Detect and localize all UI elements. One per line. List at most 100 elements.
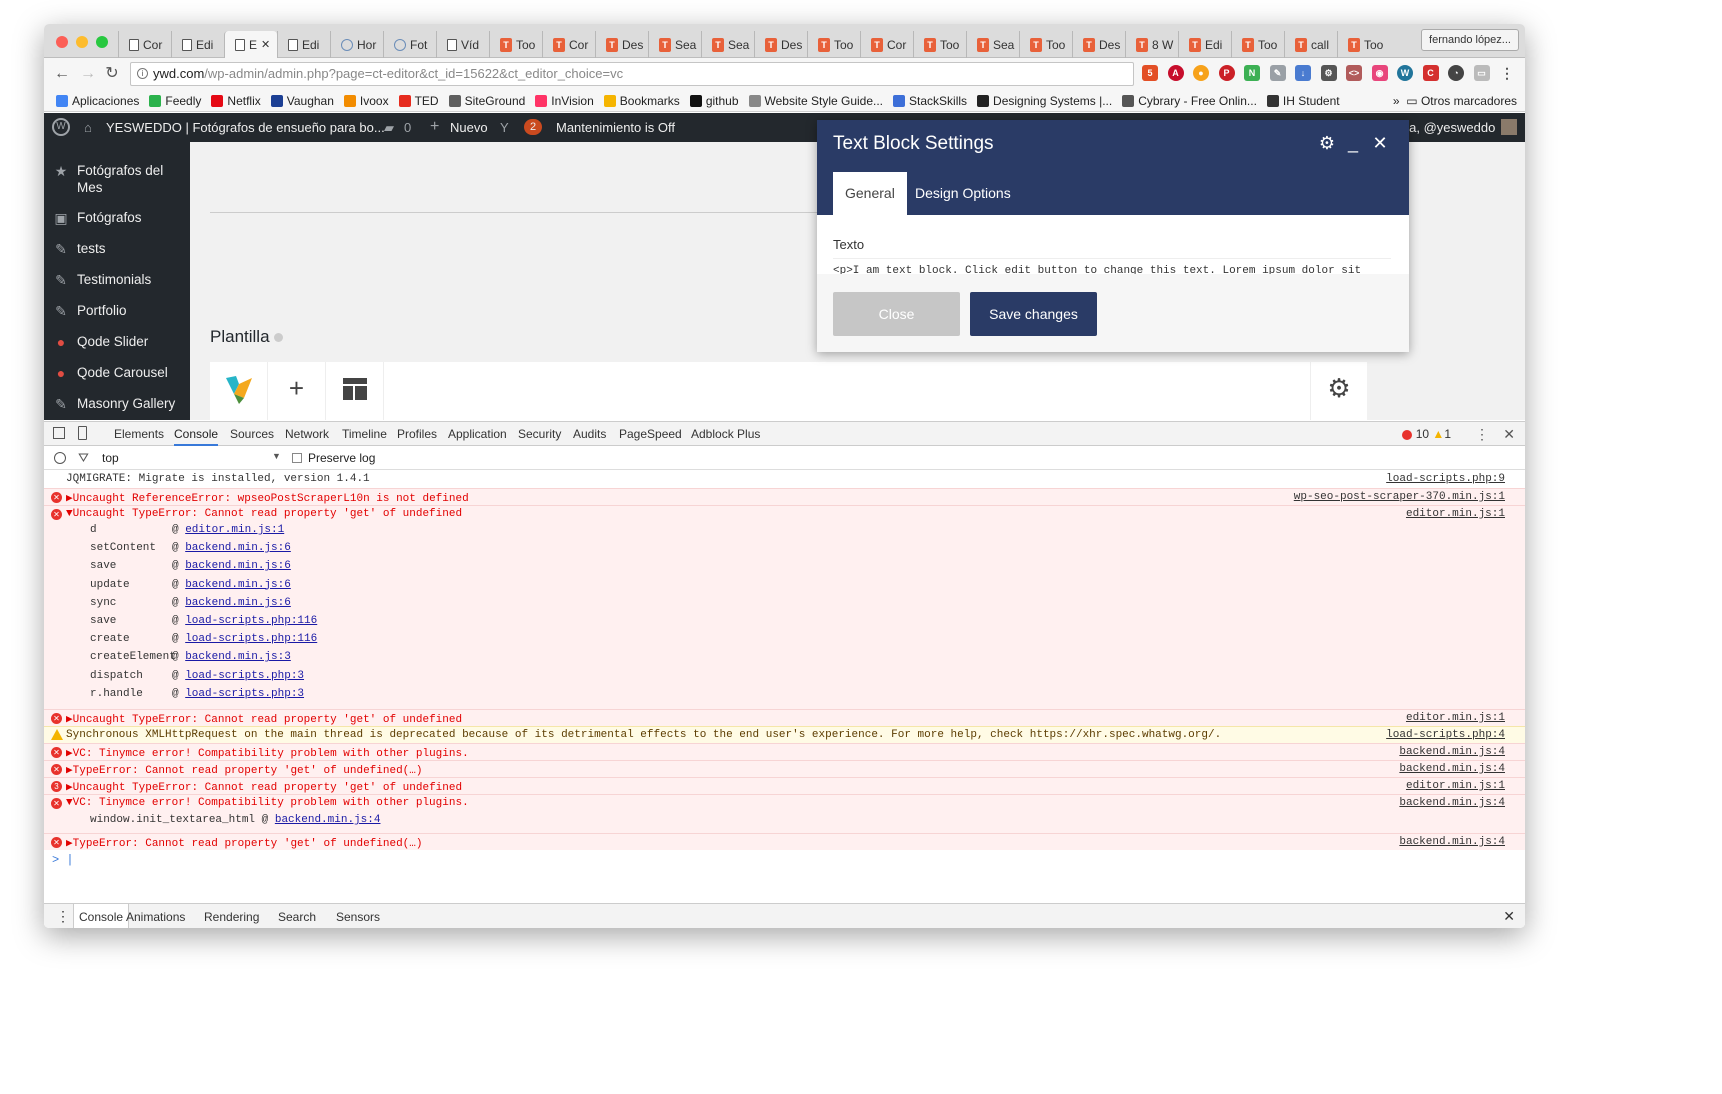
code-extension-icon[interactable]: <> bbox=[1346, 65, 1362, 81]
eyedropper-extension-icon[interactable]: ✎ bbox=[1269, 65, 1286, 81]
back-button[interactable]: ← bbox=[52, 64, 72, 84]
devtools-tab-application[interactable]: Application bbox=[448, 427, 507, 441]
browser-tab[interactable]: Edi bbox=[171, 31, 224, 58]
updates-badge[interactable]: 2 bbox=[524, 119, 542, 135]
drawer-tab-console[interactable]: Console bbox=[73, 904, 130, 928]
browser-tab[interactable]: T 8 W bbox=[1125, 31, 1178, 58]
close-devtools-icon[interactable]: ✕ bbox=[1503, 426, 1515, 443]
minimize-window-button[interactable] bbox=[76, 36, 88, 48]
browser-tab[interactable]: T Des bbox=[1072, 31, 1125, 58]
console-source-link[interactable]: backend.min.js:4 bbox=[1399, 836, 1505, 848]
profile-button[interactable]: fernando lópez... bbox=[1421, 29, 1519, 51]
comments-count[interactable]: 0 bbox=[404, 120, 411, 135]
bookmarks-overflow[interactable]: » bbox=[1393, 94, 1400, 108]
bookmark-item[interactable]: Website Style Guide... bbox=[748, 94, 883, 108]
speed-extension-icon[interactable]: ◔ bbox=[1448, 65, 1464, 81]
browser-tab[interactable]: Tcall bbox=[1284, 31, 1337, 58]
drawer-menu-icon[interactable]: ⋮ bbox=[56, 908, 70, 925]
browser-tab[interactable]: T Too bbox=[1231, 31, 1284, 58]
inspect-element-icon[interactable] bbox=[53, 427, 65, 439]
site-name-link[interactable]: YESWEDDO | Fotógrafos de ensueño para bo… bbox=[106, 120, 385, 135]
console-source-link[interactable]: backend.min.js:4 bbox=[1399, 763, 1505, 775]
console-source-link[interactable]: editor.min.js:1 bbox=[1406, 780, 1505, 792]
browser-tab[interactable]: Cor bbox=[118, 31, 171, 58]
close-tab-icon[interactable]: ✕ bbox=[261, 38, 270, 51]
devtools-tab-network[interactable]: Network bbox=[285, 427, 329, 441]
zoom-window-button[interactable] bbox=[96, 36, 108, 48]
browser-tab[interactable]: T Sea bbox=[648, 31, 701, 58]
console-source-link[interactable]: editor.min.js:1 bbox=[1406, 712, 1505, 724]
context-dropdown-icon[interactable]: ▼ bbox=[272, 451, 281, 461]
tab-design-options[interactable]: Design Options bbox=[903, 172, 1023, 215]
color-extension-icon[interactable]: ● bbox=[1193, 65, 1209, 81]
adblock-extension-icon[interactable]: A bbox=[1167, 65, 1184, 81]
bookmark-item[interactable]: github bbox=[689, 94, 739, 108]
browser-tab[interactable]: T Des bbox=[595, 31, 648, 58]
drawer-tab-sensors[interactable]: Sensors bbox=[336, 910, 380, 924]
browser-tab[interactable]: T Cor bbox=[860, 31, 913, 58]
vc-logo-icon[interactable] bbox=[210, 362, 268, 420]
context-select[interactable]: top bbox=[102, 451, 119, 465]
browser-tab[interactable]: Edi bbox=[277, 31, 330, 58]
browser-tab[interactable]: T Too bbox=[913, 31, 966, 58]
browser-tab[interactable]: T Sea bbox=[966, 31, 1019, 58]
devtools-tab-elements[interactable]: Elements bbox=[114, 427, 164, 441]
console-message[interactable]: ✕ ▶VC: Tinymce error! Compatibility probl… bbox=[44, 743, 1525, 760]
bookmark-item[interactable]: TED bbox=[398, 94, 439, 108]
console-message[interactable]: ✕ ▼VC: Tinymce error! Compatibility probl… bbox=[44, 794, 1525, 833]
stack-location-link[interactable]: editor.min.js:1 bbox=[185, 524, 284, 536]
address-bar[interactable]: i ywd.com/wp-admin/admin.php?page=ct-edit… bbox=[130, 62, 1134, 86]
devtools-tab-security[interactable]: Security bbox=[518, 427, 561, 441]
forward-button[interactable]: → bbox=[78, 64, 98, 84]
account-greeting[interactable]: ola, @yesweddo bbox=[1399, 120, 1495, 135]
console-message[interactable]: ✕ ▶Uncaught ReferenceError: wpseoPostScra… bbox=[44, 488, 1525, 505]
sidebar-item[interactable]: ✎ Portfolio bbox=[44, 302, 190, 319]
drawer-tab-search[interactable]: Search bbox=[278, 910, 316, 924]
new-extension-icon[interactable]: N bbox=[1244, 65, 1260, 81]
wordpress-logo-icon[interactable]: W bbox=[52, 118, 70, 136]
drawer-tab-animations[interactable]: Animations bbox=[126, 910, 185, 924]
browser-tab[interactable]: T Edi bbox=[1178, 31, 1231, 58]
new-link[interactable]: Nuevo bbox=[450, 120, 488, 135]
close-drawer-icon[interactable]: ✕ bbox=[1503, 908, 1515, 925]
bookmark-item[interactable]: Bookmarks bbox=[603, 94, 680, 108]
layout-template-icon[interactable] bbox=[326, 362, 384, 420]
browser-tab[interactable]: T Too bbox=[1337, 31, 1390, 58]
css-extension-icon[interactable]: C bbox=[1422, 65, 1439, 81]
stack-location-link[interactable]: backend.min.js:6 bbox=[185, 560, 291, 572]
add-element-icon[interactable]: + bbox=[268, 362, 326, 420]
device-toolbar-icon[interactable] bbox=[78, 426, 87, 440]
console-message[interactable]: ✕ ▶Uncaught TypeError: Cannot read proper… bbox=[44, 709, 1525, 726]
texto-editor-field[interactable]: <p>I am text block. Click edit button to… bbox=[833, 258, 1391, 274]
console-message[interactable]: Synchronous XMLHttpRequest on the main t… bbox=[44, 726, 1525, 743]
browser-tab[interactable]: T Too bbox=[1019, 31, 1072, 58]
dialog-settings-gear-icon[interactable]: ⚙ bbox=[1317, 133, 1337, 154]
gear-extension-icon[interactable]: ⚙ bbox=[1320, 65, 1337, 81]
stack-location-link[interactable]: backend.min.js:3 bbox=[185, 651, 291, 663]
console-message[interactable]: 3 ▶Uncaught TypeError: Cannot read proper… bbox=[44, 777, 1525, 794]
download-extension-icon[interactable]: ↓ bbox=[1295, 65, 1311, 81]
bookmark-item[interactable]: Feedly bbox=[149, 94, 201, 108]
browser-tab[interactable]: Víd bbox=[436, 31, 489, 58]
devtools-tab-console[interactable]: Console bbox=[174, 427, 219, 446]
devtools-tab-timeline[interactable]: Timeline bbox=[342, 427, 387, 441]
console-prompt[interactable]: > | bbox=[52, 853, 74, 867]
screenshot-extension-icon[interactable]: ▭ bbox=[1473, 65, 1490, 81]
settings-gear-icon[interactable]: ⚙ bbox=[1310, 362, 1367, 420]
browser-tab[interactable]: T Cor bbox=[542, 31, 595, 58]
browser-tab[interactable]: T Des bbox=[754, 31, 807, 58]
console-message[interactable]: ✕ ▶TypeError: Cannot read property 'get' … bbox=[44, 760, 1525, 777]
sidebar-item[interactable]: ▣ Fotógrafos bbox=[44, 209, 190, 226]
save-changes-button[interactable]: Save changes bbox=[970, 292, 1097, 336]
devtools-tab-profiles[interactable]: Profiles bbox=[397, 427, 437, 441]
console-source-link[interactable]: backend.min.js:4 bbox=[1399, 746, 1505, 758]
maintenance-status[interactable]: Mantenimiento is Off bbox=[556, 120, 675, 135]
browser-tab[interactable]: T Sea bbox=[701, 31, 754, 58]
sidebar-item[interactable]: ✎ Testimonials bbox=[44, 271, 190, 288]
stack-location-link[interactable]: load-scripts.php:116 bbox=[185, 633, 317, 645]
pinterest-extension-icon[interactable]: P bbox=[1218, 65, 1235, 81]
bookmark-item[interactable]: Designing Systems |... bbox=[977, 94, 1112, 108]
other-bookmarks[interactable]: » ▭ Otros marcadores bbox=[1393, 94, 1517, 108]
bookmark-item[interactable]: Netflix bbox=[211, 94, 261, 108]
stack-location-link[interactable]: backend.min.js:6 bbox=[185, 597, 291, 609]
